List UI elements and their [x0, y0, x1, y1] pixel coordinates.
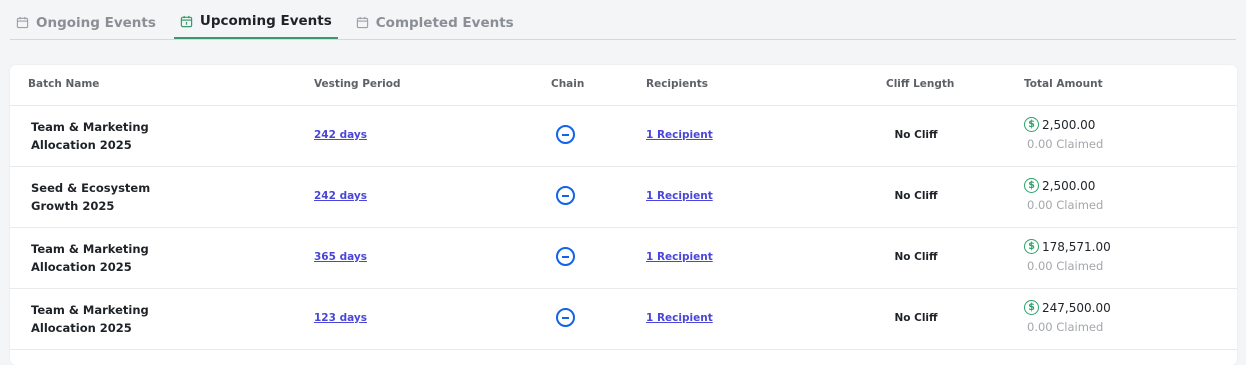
chain-icon: [556, 247, 575, 266]
header-cliff-length: Cliff Length: [886, 78, 955, 90]
dollar-icon: $: [1024, 178, 1039, 193]
table-row[interactable]: Team & Marketing Allocation 2025 242 day…: [10, 106, 1237, 167]
header-recipients: Recipients: [646, 78, 709, 90]
tab-upcoming-events[interactable]: Upcoming Events: [173, 5, 338, 39]
batch-name-line1: Team & Marketing: [31, 120, 149, 134]
calendar-icon: [16, 16, 29, 29]
total-amount: $ 2,500.00: [1024, 178, 1095, 193]
vesting-period-link[interactable]: 365 days: [314, 251, 367, 263]
table-row[interactable]: Team & Marketing Allocation 2025 365 day…: [10, 228, 1237, 289]
tab-ongoing-events[interactable]: Ongoing Events: [10, 6, 162, 39]
claimed-amount: 0.00 Claimed: [1027, 198, 1104, 212]
cliff-length: No Cliff: [894, 129, 938, 141]
total-amount: $ 178,571.00: [1024, 239, 1111, 254]
batch-name: Team & Marketing Allocation 2025: [31, 118, 161, 154]
table-row[interactable]: Seed & Ecosystem Growth 2025 242 days 1 …: [10, 167, 1237, 228]
header-total-amount: Total Amount: [1024, 78, 1103, 90]
header-batch-name: Batch Name: [28, 78, 100, 90]
vesting-period-link[interactable]: 242 days: [314, 190, 367, 202]
amount-value: 178,571.00: [1042, 239, 1111, 254]
recipients-link[interactable]: 1 Recipient: [646, 251, 713, 263]
events-tabs: Ongoing Events Upcoming Events Completed…: [10, 6, 1236, 40]
claimed-amount: 0.00 Claimed: [1027, 137, 1104, 151]
batch-name: Team & Marketing Allocation 2025: [31, 240, 161, 276]
tab-completed-events[interactable]: Completed Events: [350, 6, 520, 39]
header-chain: Chain: [551, 78, 585, 90]
tab-label: Completed Events: [375, 14, 514, 31]
cliff-length: No Cliff: [894, 312, 938, 324]
table-header: Batch Name Vesting Period Chain Recipien…: [10, 65, 1237, 106]
amount-value: 2,500.00: [1042, 178, 1096, 193]
tab-label: Upcoming Events: [199, 13, 332, 29]
dollar-icon: $: [1024, 300, 1039, 315]
chain-icon: [556, 308, 575, 327]
batch-name-line2: Allocation 2025: [31, 260, 132, 274]
vesting-period-link[interactable]: 123 days: [314, 312, 367, 324]
amount-value: 2,500.00: [1042, 117, 1096, 132]
vesting-table: Batch Name Vesting Period Chain Recipien…: [10, 65, 1237, 365]
total-amount: $ 2,500.00: [1024, 117, 1095, 132]
batch-name-line2: Growth 2025: [31, 199, 115, 213]
batch-name-line1: Team & Marketing: [31, 303, 149, 317]
chain-icon: [556, 125, 575, 144]
recipients-link[interactable]: 1 Recipient: [646, 190, 713, 202]
claimed-amount: 0.00 Claimed: [1027, 259, 1104, 273]
batch-name-line1: Seed & Ecosystem: [31, 181, 151, 195]
batch-name-line1: Team & Marketing: [31, 242, 149, 256]
tab-label: Ongoing Events: [36, 14, 156, 31]
cliff-length: No Cliff: [894, 190, 938, 202]
batch-name-line2: Allocation 2025: [31, 138, 132, 152]
recipients-link[interactable]: 1 Recipient: [646, 312, 713, 324]
total-amount: $ 247,500.00: [1024, 300, 1111, 315]
batch-name-line2: Allocation 2025: [31, 321, 132, 335]
batch-name: Team & Marketing Allocation 2025: [31, 301, 161, 337]
calendar-icon: [356, 16, 368, 29]
calendar-icon: [180, 15, 193, 27]
batch-name: Seed & Ecosystem Growth 2025: [31, 179, 161, 215]
amount-value: 247,500.00: [1042, 300, 1111, 315]
claimed-amount: 0.00 Claimed: [1027, 320, 1104, 334]
cliff-length: No Cliff: [894, 251, 938, 263]
dollar-icon: $: [1024, 117, 1039, 132]
chain-icon: [556, 186, 575, 205]
header-vesting-period: Vesting Period: [314, 78, 401, 90]
recipients-link[interactable]: 1 Recipient: [646, 129, 713, 141]
dollar-icon: $: [1024, 239, 1039, 254]
table-row[interactable]: Team & Marketing Allocation 2025 123 day…: [10, 289, 1237, 350]
vesting-period-link[interactable]: 242 days: [314, 129, 367, 141]
